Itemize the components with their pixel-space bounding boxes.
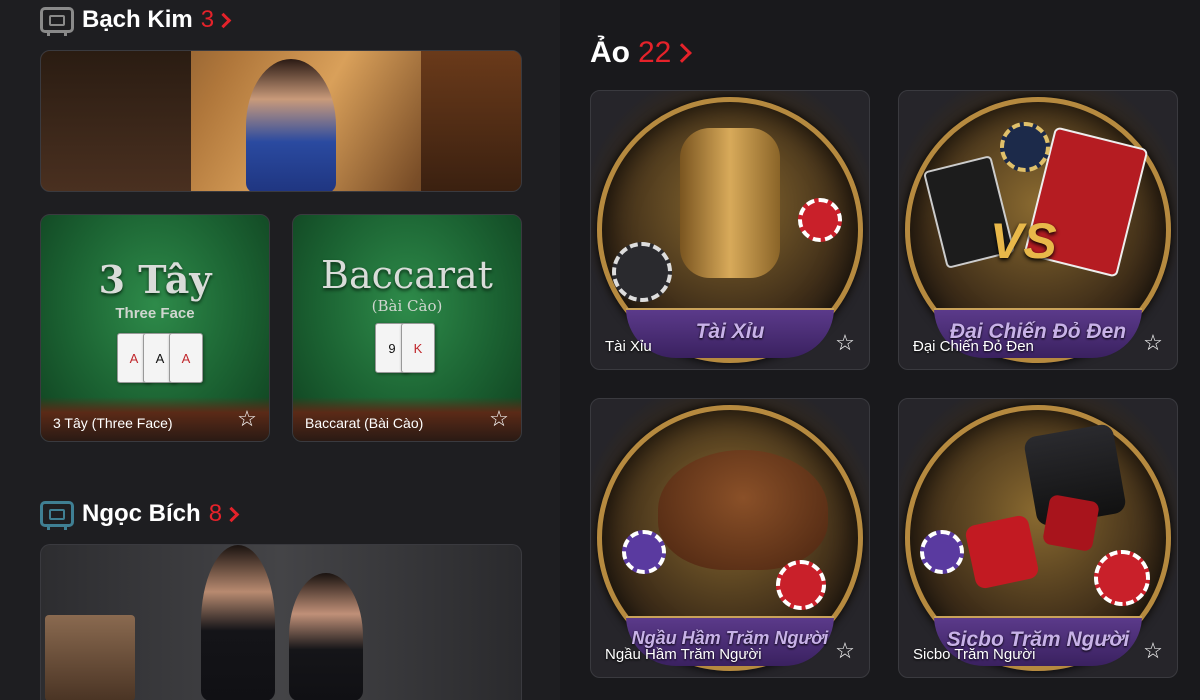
chip-image bbox=[798, 198, 842, 242]
sofa-icon bbox=[40, 7, 74, 36]
section-count: 3 bbox=[200, 6, 215, 33]
chip-image bbox=[622, 530, 666, 574]
chevron-right-icon bbox=[223, 506, 240, 522]
sofa-icon bbox=[40, 501, 74, 530]
game-tile-baccarat[interactable]: Baccarat (Bài Cào) 9K Baccarat (Bài Cào)… bbox=[292, 214, 522, 442]
section-count: 22 bbox=[638, 36, 672, 69]
tile-title: Baccarat bbox=[321, 253, 493, 297]
section-header-bach-kim[interactable]: Bạch Kim 3 bbox=[40, 6, 232, 36]
chip-image bbox=[612, 242, 672, 302]
chip-image bbox=[776, 560, 826, 610]
hat-image bbox=[658, 450, 828, 570]
right-column: Ảo 22 Tài Xỉu Tài Xỉu ☆ VS Đại Chiến Đỏ … bbox=[560, 0, 1200, 700]
chip-case-image bbox=[45, 615, 135, 700]
game-tile-dai-chien-do-den[interactable]: VS Đại Chiến Đỏ Đen Đại Chiến Đỏ Đen ☆ bbox=[898, 90, 1178, 370]
section-title: Bạch Kim bbox=[82, 6, 193, 33]
tile-subtitle: Three Face bbox=[115, 305, 195, 322]
star-icon[interactable]: ☆ bbox=[1141, 639, 1165, 663]
chevron-right-icon bbox=[672, 43, 693, 63]
game-tile-ngau-ham[interactable]: Ngầu Hầm Trăm Người Ngầu Hầm Trăm Người … bbox=[590, 398, 870, 678]
casino-wall bbox=[421, 51, 521, 191]
chip-image bbox=[1000, 122, 1050, 172]
section-header-ngoc-bich[interactable]: Ngọc Bích 8 bbox=[40, 500, 240, 530]
bach-kim-banner[interactable] bbox=[40, 50, 522, 192]
dealer-image bbox=[246, 59, 336, 191]
star-icon[interactable]: ☆ bbox=[833, 331, 857, 355]
tile-subtitle: (Bài Cào) bbox=[371, 297, 443, 315]
game-art: Sicbo Trăm Người bbox=[905, 405, 1171, 671]
game-ribbon: Tài Xỉu bbox=[626, 308, 834, 358]
game-art: Tài Xỉu bbox=[597, 97, 863, 363]
casino-backdrop bbox=[41, 51, 191, 191]
game-art: VS Đại Chiến Đỏ Đen bbox=[905, 97, 1171, 363]
game-tile-sicbo[interactable]: Sicbo Trăm Người Sicbo Trăm Người ☆ bbox=[898, 398, 1178, 678]
section-title: Ngọc Bích bbox=[82, 500, 201, 527]
chip-image bbox=[920, 530, 964, 574]
chip-image bbox=[1094, 550, 1150, 606]
dice-image bbox=[1042, 494, 1100, 552]
dealer-image bbox=[289, 573, 363, 700]
playing-cards-icon: AAA bbox=[117, 333, 203, 383]
star-icon[interactable]: ☆ bbox=[487, 407, 511, 431]
dice-cup-image bbox=[680, 128, 780, 278]
tile-title: 3 Tây bbox=[98, 257, 212, 302]
star-icon[interactable]: ☆ bbox=[235, 407, 259, 431]
game-tile-3-tay[interactable]: 3 Tây Three Face AAA 3 Tây (Three Face) … bbox=[40, 214, 270, 442]
section-title: Ảo bbox=[590, 36, 630, 69]
dice-image bbox=[964, 514, 1040, 590]
game-label: Sicbo Trăm Người bbox=[913, 646, 1036, 663]
star-icon[interactable]: ☆ bbox=[1141, 331, 1165, 355]
game-art: Ngầu Hầm Trăm Người bbox=[597, 405, 863, 671]
tile-label: 3 Tây (Three Face) bbox=[53, 415, 173, 431]
dealer-image bbox=[201, 545, 275, 700]
section-count: 8 bbox=[208, 500, 223, 527]
game-label: Ngầu Hầm Trăm Người bbox=[605, 646, 762, 663]
game-label: Tài Xỉu bbox=[605, 338, 652, 355]
section-header-ao[interactable]: Ảo 22 bbox=[590, 36, 693, 70]
ngoc-bich-banner[interactable] bbox=[40, 544, 522, 700]
tile-label: Baccarat (Bài Cào) bbox=[305, 415, 424, 431]
left-column: Bạch Kim 3 3 Tây Three Face AAA 3 Tây (T… bbox=[0, 0, 560, 700]
playing-cards-icon: 9K bbox=[375, 323, 435, 373]
vs-emblem: VS bbox=[990, 213, 1057, 269]
chevron-right-icon bbox=[215, 12, 232, 28]
game-label: Đại Chiến Đỏ Đen bbox=[913, 338, 1034, 355]
ribbon-text: Tài Xỉu bbox=[695, 320, 765, 343]
game-tile-tai-xiu[interactable]: Tài Xỉu Tài Xỉu ☆ bbox=[590, 90, 870, 370]
star-icon[interactable]: ☆ bbox=[833, 639, 857, 663]
